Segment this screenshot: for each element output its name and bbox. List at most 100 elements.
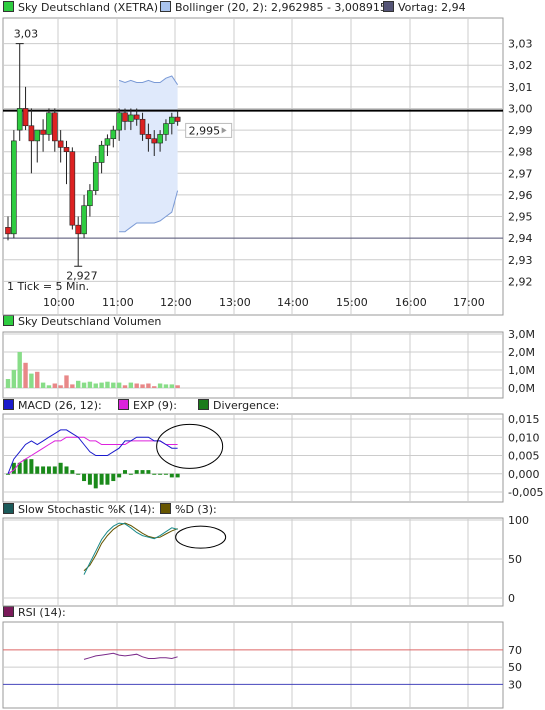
volume-legend: Sky Deutschland Volumen: [0, 315, 545, 329]
y-tick-label: 2,95: [508, 211, 533, 224]
rsi-plot-area: [2, 621, 504, 709]
candle-body: [104, 138, 111, 146]
candle-body: [92, 162, 99, 191]
divergence-bar: [99, 473, 104, 485]
y-tick-label: 2,94: [508, 232, 533, 245]
volume-bar: [40, 382, 46, 388]
rsi-legend: RSI (14):: [0, 606, 545, 620]
candle-body: [16, 108, 23, 131]
volume-bar: [5, 379, 11, 388]
volume-bar: [152, 386, 157, 388]
x-tick-label: 14:00: [277, 296, 309, 309]
y-tick-label: 3,0M: [508, 328, 535, 341]
candle-body: [63, 147, 70, 152]
y-tick-label: 50: [508, 553, 522, 566]
candle-body: [87, 190, 93, 207]
divergence-bar: [169, 473, 174, 478]
volume-bar: [87, 381, 93, 388]
candle-body: [133, 114, 140, 120]
x-tick-label: 13:00: [219, 296, 251, 309]
legend-item-vortag: Vortag: 2,94: [383, 1, 466, 14]
candle-body: [110, 129, 117, 140]
divergence-bar: [29, 459, 34, 474]
candle-body: [69, 151, 76, 226]
stochastic-plot-area: [2, 517, 504, 607]
y-tick-label: 1,0M: [508, 364, 535, 377]
candle-body: [81, 205, 87, 235]
legend-swatch: [118, 399, 129, 410]
x-tick-label: 12:00: [160, 296, 192, 309]
divergence-bar: [158, 473, 163, 475]
divergence-bar: [23, 459, 28, 474]
divergence-bar: [105, 473, 110, 485]
candle-body: [163, 123, 169, 135]
y-tick-label: 2,97: [508, 167, 533, 180]
legend-item-price: Sky Deutschland (XETRA): [3, 1, 158, 14]
y-tick-label: 2,92: [508, 275, 533, 288]
volume-bar: [52, 383, 57, 388]
legend-item-stoch-k: Slow Stochastic %K (14):: [3, 503, 155, 516]
volume-bar: [140, 384, 145, 388]
legend-label: Divergence:: [213, 399, 280, 412]
volume-bar: [146, 383, 151, 388]
tick-note: 1 Tick = 5 Min.: [7, 280, 89, 293]
y-tick-label: 2,98: [508, 146, 533, 159]
candle-body: [40, 129, 46, 135]
legend-item-bollinger: Bollinger (20, 2): 2,962985 - 3,008915: [160, 1, 387, 14]
legend-label: EXP (9):: [133, 399, 177, 412]
price-chart: 3,03 3,02 3,01 3,00 2,99 2,98 2,97 2,96 2,95 2,94…: [2, 17, 533, 316]
volume-bar: [17, 352, 22, 388]
price-legend: Sky Deutschland (XETRA) Bollinger (20, 2…: [0, 1, 545, 15]
divergence-bar: [52, 466, 57, 474]
legend-swatch: [3, 503, 14, 514]
divergence-bar: [58, 462, 63, 474]
legend-swatch: [160, 1, 171, 12]
volume-bar: [169, 384, 174, 388]
candle-body: [98, 144, 105, 163]
legend-label: RSI (14):: [18, 606, 66, 619]
candle-body: [57, 140, 64, 148]
legend-label: Vortag: 2,94: [398, 1, 466, 14]
candle-body: [122, 112, 128, 122]
macd-plot-area: [2, 413, 504, 503]
volume-bar: [105, 381, 110, 388]
divergence-bar: [146, 470, 151, 474]
volume-chart: 3,0M 2,0M 1,0M 0,0M: [2, 328, 535, 399]
y-tick-label: 0,015: [508, 413, 540, 426]
rsi-chart: 70 50 30: [2, 621, 522, 709]
legend-swatch: [3, 399, 14, 410]
volume-bar: [163, 384, 169, 388]
x-tick-label: 10:00: [43, 296, 75, 309]
candle-body: [22, 108, 29, 127]
candle-body: [157, 134, 163, 144]
divergence-bar: [163, 473, 168, 475]
volume-bar: [11, 370, 17, 388]
divergence-bar: [35, 466, 40, 474]
y-tick-label: 0,010: [508, 431, 540, 444]
y-tick-label: 0,0M: [508, 382, 535, 395]
divergence-bar: [64, 466, 69, 474]
volume-bar: [128, 382, 134, 388]
divergence-bar: [128, 473, 133, 475]
candle-body: [5, 227, 11, 235]
legend-swatch: [383, 1, 394, 12]
divergence-bar: [111, 473, 116, 482]
candle-body: [151, 138, 158, 144]
legend-swatch: [198, 399, 209, 410]
legend-label: Bollinger (20, 2): 2,962985 - 3,008915: [175, 1, 387, 14]
legend-label: Sky Deutschland Volumen: [18, 315, 162, 328]
volume-bar: [81, 382, 87, 388]
volume-bar: [58, 385, 63, 388]
y-tick-label: 70: [508, 644, 522, 657]
y-tick-label: 2,96: [508, 189, 533, 202]
divergence-bar: [76, 473, 81, 475]
legend-item-divergence: Divergence:: [198, 399, 279, 412]
high-label: 3,03: [14, 28, 39, 41]
divergence-bar: [70, 470, 75, 474]
stoch-legend: Slow Stochastic %K (14): %D (3):: [0, 503, 545, 517]
x-tick-label: 16:00: [395, 296, 427, 309]
legend-label: Slow Stochastic %K (14):: [18, 503, 156, 516]
legend-swatch: [3, 606, 14, 617]
macd-legend: MACD (26, 12): EXP (9): Divergence:: [0, 399, 545, 413]
candle-body: [128, 114, 134, 122]
